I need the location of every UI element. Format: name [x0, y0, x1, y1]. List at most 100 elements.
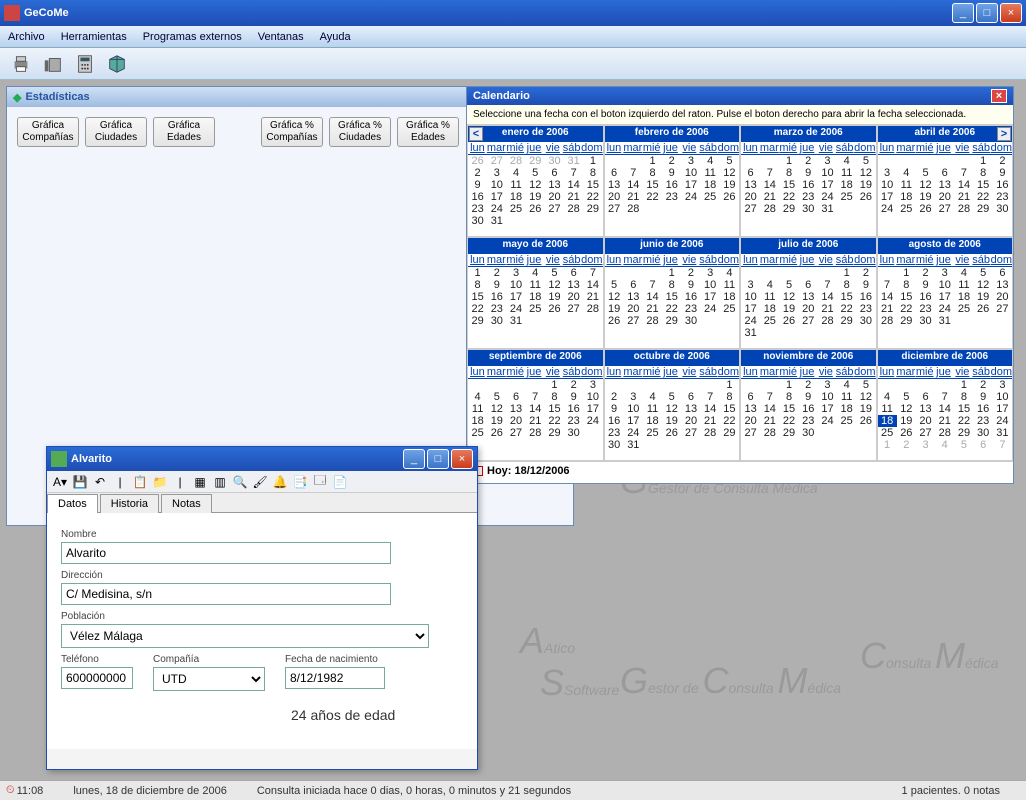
day-cell[interactable]: 4 — [720, 267, 739, 279]
brush-icon[interactable]: 🖌 — [251, 473, 269, 491]
day-cell[interactable]: 30 — [974, 427, 993, 439]
day-cell[interactable]: 28 — [624, 203, 643, 215]
day-cell[interactable]: 23 — [487, 303, 506, 315]
folder-icon[interactable]: 📁 — [151, 473, 169, 491]
day-cell[interactable]: 30 — [993, 203, 1012, 215]
day-cell[interactable]: 20 — [624, 303, 643, 315]
day-cell[interactable]: 1 — [662, 267, 681, 279]
day-cell[interactable]: 7 — [954, 167, 973, 179]
day-cell[interactable]: 9 — [799, 391, 818, 403]
btn-grafica-companias[interactable]: Gráfica Compañías — [17, 117, 79, 147]
day-cell[interactable]: 9 — [564, 391, 583, 403]
day-cell[interactable]: 7 — [760, 167, 779, 179]
day-cell[interactable]: 14 — [526, 403, 545, 415]
day-cell[interactable]: 26 — [897, 427, 916, 439]
day-cell[interactable]: 10 — [506, 279, 525, 291]
day-cell[interactable]: 9 — [856, 279, 875, 291]
day-cell[interactable]: 7 — [818, 279, 837, 291]
day-cell[interactable]: 1 — [583, 155, 602, 167]
day-cell[interactable]: 10 — [993, 391, 1012, 403]
day-cell[interactable]: 3 — [935, 267, 954, 279]
day-cell[interactable]: 16 — [974, 403, 993, 415]
save-icon[interactable]: 💾 — [71, 473, 89, 491]
day-cell[interactable]: 12 — [856, 167, 875, 179]
day-cell[interactable]: 20 — [799, 303, 818, 315]
day-cell[interactable]: 30 — [916, 315, 935, 327]
day-cell[interactable]: 3 — [993, 379, 1012, 391]
day-cell[interactable]: 19 — [487, 415, 506, 427]
day-cell[interactable]: 10 — [583, 391, 602, 403]
day-cell[interactable]: 26 — [526, 203, 545, 215]
day-cell[interactable]: 4 — [506, 167, 525, 179]
day-cell[interactable]: 17 — [506, 291, 525, 303]
day-cell[interactable]: 18 — [837, 179, 856, 191]
day-cell[interactable]: 4 — [878, 391, 897, 403]
printer-icon[interactable] — [8, 51, 34, 77]
day-cell[interactable]: 27 — [564, 303, 583, 315]
day-cell[interactable]: 18 — [506, 191, 525, 203]
day-cell[interactable]: 3 — [583, 379, 602, 391]
day-cell[interactable]: 29 — [897, 315, 916, 327]
day-cell[interactable]: 31 — [993, 427, 1012, 439]
day-cell[interactable]: 2 — [681, 267, 700, 279]
day-cell[interactable]: 6 — [605, 167, 624, 179]
day-cell[interactable]: 19 — [605, 303, 624, 315]
day-cell[interactable]: 12 — [916, 179, 935, 191]
day-cell[interactable]: 3 — [741, 279, 760, 291]
day-cell[interactable]: 7 — [760, 391, 779, 403]
btn-grafica-edades[interactable]: Gráfica Edades — [153, 117, 215, 147]
day-cell[interactable]: 18 — [760, 303, 779, 315]
day-cell[interactable]: 16 — [993, 179, 1012, 191]
day-cell[interactable]: 11 — [954, 279, 973, 291]
day-cell[interactable]: 30 — [605, 439, 624, 451]
menu-ayuda[interactable]: Ayuda — [320, 31, 351, 43]
day-cell[interactable]: 18 — [720, 291, 739, 303]
maximize-button[interactable]: □ — [976, 3, 998, 23]
font-icon[interactable]: A▾ — [51, 473, 69, 491]
day-cell[interactable]: 18 — [701, 179, 720, 191]
day-cell[interactable]: 12 — [856, 391, 875, 403]
day-cell[interactable]: 29 — [468, 315, 487, 327]
day-cell[interactable]: 8 — [468, 279, 487, 291]
day-cell[interactable]: 30 — [487, 315, 506, 327]
day-cell[interactable]: 2 — [799, 379, 818, 391]
day-cell[interactable]: 20 — [545, 191, 564, 203]
undo-icon[interactable]: ↶ — [91, 473, 109, 491]
day-cell[interactable]: 13 — [681, 403, 700, 415]
cube-icon[interactable] — [104, 51, 130, 77]
day-cell[interactable]: 23 — [564, 415, 583, 427]
tab-historia[interactable]: Historia — [100, 494, 159, 513]
day-cell[interactable]: 19 — [720, 179, 739, 191]
day-cell[interactable]: 21 — [624, 191, 643, 203]
day-cell[interactable]: 25 — [954, 303, 973, 315]
day-cell[interactable]: 18 — [526, 291, 545, 303]
day-cell[interactable]: 2 — [993, 155, 1012, 167]
tab-notas[interactable]: Notas — [161, 494, 212, 513]
btn-grafica-ciudades[interactable]: Gráfica Ciudades — [85, 117, 147, 147]
day-cell[interactable]: 29 — [974, 203, 993, 215]
day-cell[interactable]: 21 — [878, 303, 897, 315]
day-cell[interactable]: 17 — [624, 415, 643, 427]
day-cell[interactable]: 5 — [487, 391, 506, 403]
day-cell[interactable]: 8 — [662, 279, 681, 291]
day-cell[interactable]: 8 — [643, 167, 662, 179]
input-nombre[interactable] — [61, 542, 391, 564]
day-cell[interactable]: 23 — [799, 191, 818, 203]
day-cell[interactable]: 15 — [583, 179, 602, 191]
day-cell[interactable]: 9 — [681, 279, 700, 291]
day-cell[interactable]: 1 — [837, 267, 856, 279]
day-cell[interactable]: 9 — [487, 279, 506, 291]
day-cell[interactable]: 21 — [643, 303, 662, 315]
day-cell[interactable]: 10 — [741, 291, 760, 303]
day-cell[interactable]: 25 — [837, 415, 856, 427]
day-cell[interactable]: 25 — [643, 427, 662, 439]
day-cell[interactable]: 10 — [624, 403, 643, 415]
next-month-button[interactable]: > — [997, 127, 1011, 141]
day-cell[interactable]: 12 — [545, 279, 564, 291]
day-cell[interactable]: 20 — [935, 191, 954, 203]
day-cell[interactable]: 9 — [662, 167, 681, 179]
day-cell[interactable]: 16 — [799, 179, 818, 191]
day-cell[interactable]: 14 — [878, 291, 897, 303]
day-cell[interactable]: 29 — [779, 203, 798, 215]
day-cell[interactable]: 22 — [779, 191, 798, 203]
